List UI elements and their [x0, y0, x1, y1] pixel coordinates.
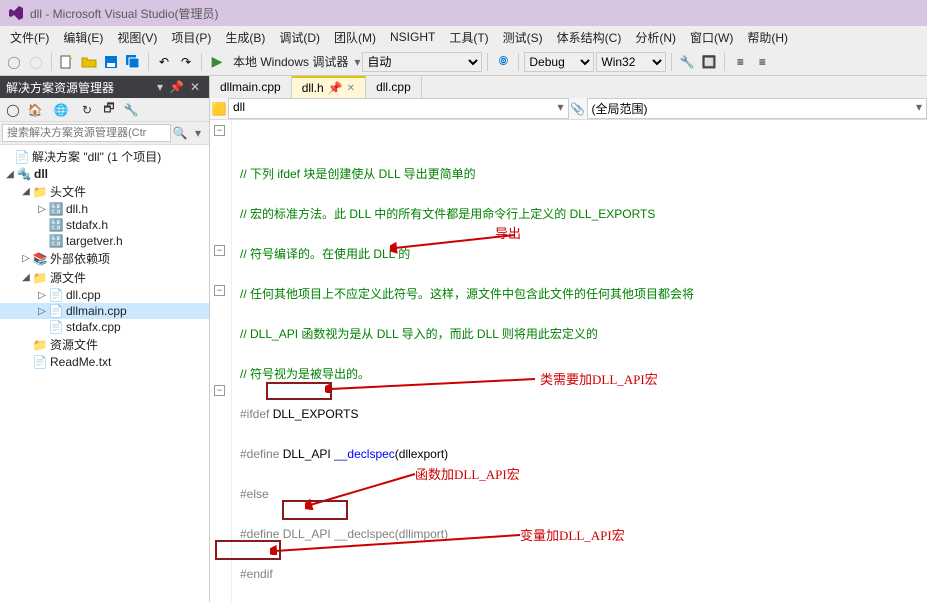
dropdown-icon[interactable]: ▾	[157, 80, 163, 94]
fold-icon[interactable]: −	[214, 245, 225, 256]
redbox-var	[215, 540, 281, 560]
search-dropdown-icon[interactable]: ▾	[189, 126, 207, 140]
undo-button[interactable]: ↶	[154, 52, 174, 72]
explorer-search-input[interactable]	[2, 124, 171, 142]
file-targetver-h[interactable]: 🔠targetver.h	[0, 233, 209, 249]
uncomment-button[interactable]: ≡	[752, 52, 772, 72]
file-readme[interactable]: 📄ReadMe.txt	[0, 354, 209, 370]
menu-edit[interactable]: 编辑(E)	[57, 27, 109, 48]
menu-build[interactable]: 生成(B)	[219, 27, 271, 48]
config-dropdown[interactable]: Debug	[524, 52, 594, 72]
properties-button[interactable]: 🔲	[699, 52, 719, 72]
toolbox-button[interactable]: 🔧	[677, 52, 697, 72]
menu-analyze[interactable]: 分析(N)	[629, 27, 682, 48]
extdeps-folder[interactable]: ▷📚外部依赖项	[0, 249, 209, 268]
back-icon[interactable]: ◯	[4, 101, 22, 119]
explorer-title: 解决方案资源管理器	[6, 79, 114, 96]
sources-folder[interactable]: ◢📁源文件	[0, 268, 209, 287]
refresh-icon[interactable]: ↻	[78, 101, 96, 119]
editor-tabs: dllmain.cpp dll.h📌✕ dll.cpp	[210, 76, 927, 98]
menu-tools[interactable]: 工具(T)	[443, 27, 494, 48]
sync-icon[interactable]: 🗗	[100, 101, 118, 119]
solution-node[interactable]: 📄解决方案 "dll" (1 个项目)	[0, 147, 209, 166]
menu-debug[interactable]: 调试(D)	[273, 27, 326, 48]
resources-folder[interactable]: 📁资源文件	[0, 335, 209, 354]
annotation-export: 导出	[495, 224, 521, 244]
menu-team[interactable]: 团队(M)	[328, 27, 382, 48]
file-dllmain-cpp[interactable]: ▷📄dllmain.cpp	[0, 303, 209, 319]
menu-view[interactable]: 视图(V)	[111, 27, 163, 48]
find-button[interactable]: 🞋	[493, 52, 513, 72]
code-gutter: − − − −	[210, 120, 232, 602]
menu-nsight[interactable]: NSIGHT	[384, 28, 441, 46]
toolbar: ◯ ◯ ↶ ↷ ▶ 本地 Windows 调试器 ▾ 自动 🞋 Debug Wi…	[0, 48, 927, 76]
vs-logo-icon	[8, 5, 24, 21]
fold-icon[interactable]: −	[214, 385, 225, 396]
fold-icon[interactable]: −	[214, 125, 225, 136]
menu-arch[interactable]: 体系结构(C)	[551, 27, 628, 48]
explorer-toolbar: ◯ 🏠 🌐 ↻ 🗗 🔧	[0, 98, 209, 122]
window-title: dll - Microsoft Visual Studio(管理员)	[30, 5, 219, 22]
fold-icon[interactable]: −	[214, 285, 225, 296]
menu-help[interactable]: 帮助(H)	[741, 27, 794, 48]
title-bar: dll - Microsoft Visual Studio(管理员)	[0, 0, 927, 26]
nav-scope-left[interactable]: dll▾	[228, 98, 569, 119]
redo-button[interactable]: ↷	[176, 52, 196, 72]
pin-tab-icon[interactable]: 📌	[328, 81, 343, 95]
save-button[interactable]	[101, 52, 121, 72]
pin-icon[interactable]: 📌	[169, 80, 184, 94]
menu-test[interactable]: 测试(S)	[497, 27, 549, 48]
file-stdafx-h[interactable]: 🔠stdafx.h	[0, 217, 209, 233]
platform-dropdown[interactable]: Win32	[596, 52, 666, 72]
props-icon[interactable]: 🔧	[122, 101, 140, 119]
menu-bar: 文件(F) 编辑(E) 视图(V) 项目(P) 生成(B) 调试(D) 团队(M…	[0, 26, 927, 48]
annotation-func-macro: 函数加DLL_API宏	[415, 465, 520, 485]
save-all-button[interactable]	[123, 52, 143, 72]
solution-tree: 📄解决方案 "dll" (1 个项目) ◢🔩dll ◢📁头文件 ▷🔠dll.h …	[0, 145, 209, 602]
tab-dllmain[interactable]: dllmain.cpp	[210, 76, 292, 98]
world-icon[interactable]: 🌐	[52, 101, 70, 119]
new-button[interactable]	[57, 52, 77, 72]
redbox-class	[266, 382, 332, 400]
nav-cube-icon: 🟨	[210, 98, 228, 119]
tab-dll-h[interactable]: dll.h📌✕	[292, 76, 366, 98]
file-stdafx-cpp[interactable]: 📄stdafx.cpp	[0, 319, 209, 335]
explorer-header: 解决方案资源管理器 ▾ 📌 ✕	[0, 76, 209, 98]
nav-sep-icon: 📎	[569, 98, 587, 119]
code-area[interactable]: − − − − // 下列 ifdef 块是创建使从 DLL 导出更简单的 //…	[210, 120, 927, 602]
menu-window[interactable]: 窗口(W)	[684, 27, 739, 48]
explorer-search: 🔍 ▾	[0, 122, 209, 145]
close-icon[interactable]: ✕	[190, 80, 200, 94]
nav-scope-right[interactable]: (全局范围)▾	[587, 98, 927, 119]
headers-folder[interactable]: ◢📁头文件	[0, 182, 209, 201]
file-dll-cpp[interactable]: ▷📄dll.cpp	[0, 287, 209, 303]
main-area: 解决方案资源管理器 ▾ 📌 ✕ ◯ 🏠 🌐 ↻ 🗗 🔧 🔍 ▾ 📄解决方案 "d…	[0, 76, 927, 602]
project-node[interactable]: ◢🔩dll	[0, 166, 209, 182]
menu-file[interactable]: 文件(F)	[4, 27, 55, 48]
tab-dll-cpp[interactable]: dll.cpp	[366, 76, 422, 98]
solution-config-dropdown[interactable]: 自动	[362, 52, 482, 72]
nav-forward-icon: ◯	[26, 52, 46, 72]
home-icon[interactable]: 🏠	[26, 101, 44, 119]
debug-target-label[interactable]: 本地 Windows 调试器	[229, 53, 352, 70]
start-debug-icon[interactable]: ▶	[207, 52, 227, 72]
redbox-func	[282, 500, 348, 520]
code-navbar: 🟨 dll▾ 📎 (全局范围)▾	[210, 98, 927, 120]
search-icon[interactable]: 🔍	[171, 126, 189, 140]
open-button[interactable]	[79, 52, 99, 72]
close-tab-icon[interactable]: ✕	[347, 83, 355, 94]
code-editor: dllmain.cpp dll.h📌✕ dll.cpp 🟨 dll▾ 📎 (全局…	[210, 76, 927, 602]
comment-button[interactable]: ≡	[730, 52, 750, 72]
file-dll-h[interactable]: ▷🔠dll.h	[0, 201, 209, 217]
menu-project[interactable]: 项目(P)	[165, 27, 217, 48]
solution-explorer-panel: 解决方案资源管理器 ▾ 📌 ✕ ◯ 🏠 🌐 ↻ 🗗 🔧 🔍 ▾ 📄解决方案 "d…	[0, 76, 210, 602]
nav-back-icon[interactable]: ◯	[4, 52, 24, 72]
